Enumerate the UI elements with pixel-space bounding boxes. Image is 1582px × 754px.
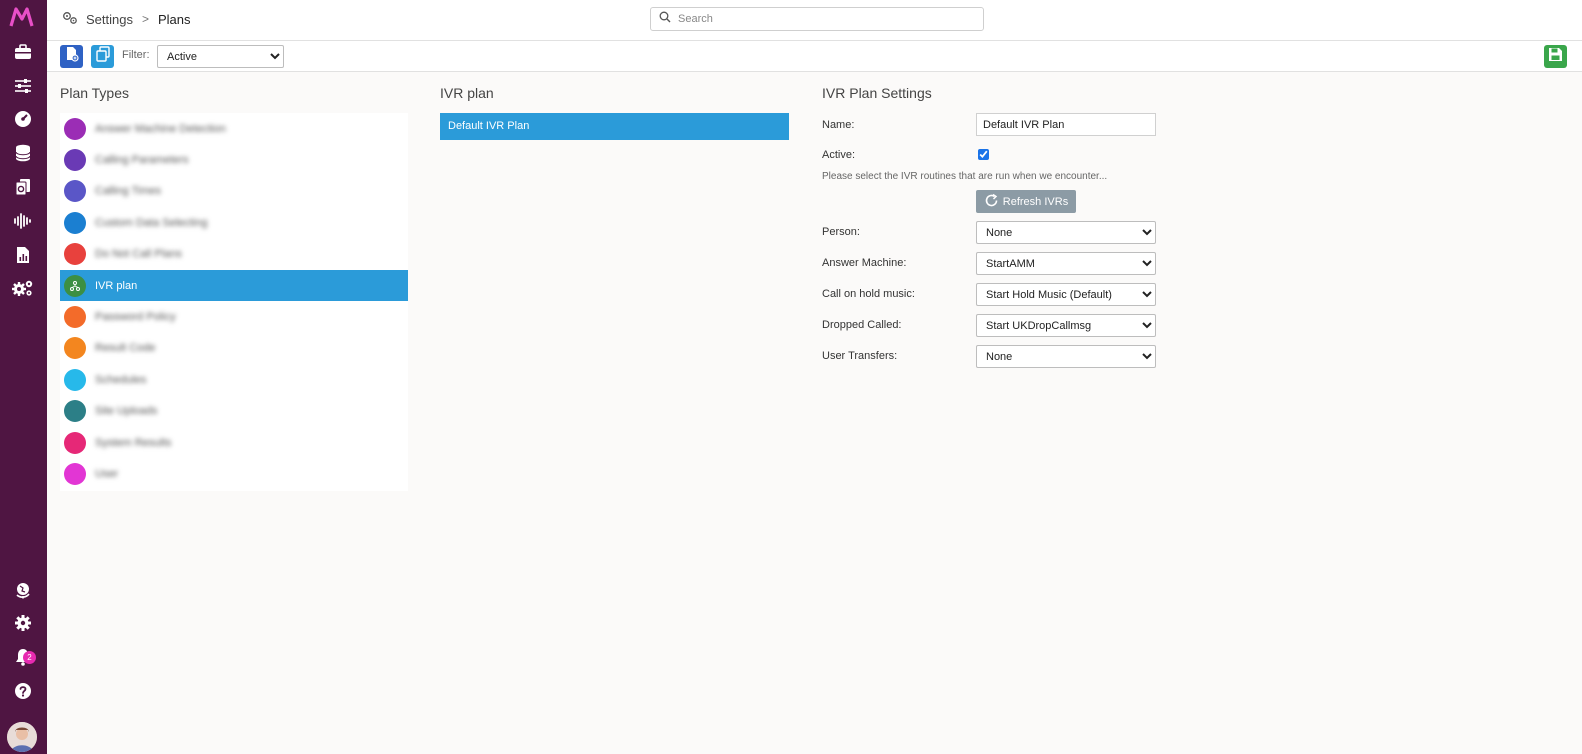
plan-type-item[interactable]: Calling Parameters [60, 144, 408, 175]
name-label: Name: [822, 119, 855, 131]
left-nav-rail: 2 [0, 0, 47, 754]
toolbar: Filter: Active [47, 41, 1582, 72]
plan-types-title: Plan Types [60, 85, 130, 101]
answer-machine-label: Answer Machine: [822, 257, 907, 269]
plan-type-icon [64, 180, 86, 203]
plan-type-label: Calling Parameters [95, 154, 189, 167]
breadcrumb-separator: > [141, 12, 149, 26]
filter-label: Filter: [122, 49, 150, 61]
dropped-called-select[interactable]: Start UKDropCallmsg [976, 314, 1156, 337]
new-plan-button[interactable] [60, 45, 83, 68]
breadcrumb-current: Plans [158, 11, 191, 27]
search-icon [659, 10, 671, 28]
plan-type-label: Answer Machine Detection [95, 122, 226, 135]
plan-type-item[interactable]: Answer Machine Detection [60, 113, 408, 144]
ivr-hint-text: Please select the IVR routines that are … [822, 171, 1108, 182]
user-avatar[interactable] [7, 722, 37, 752]
refresh-ivrs-button[interactable]: Refresh IVRs [976, 190, 1076, 213]
filter-select[interactable]: Active [157, 45, 284, 68]
plan-type-icon [64, 368, 86, 391]
plan-type-item[interactable]: Result Code [60, 333, 408, 364]
plan-type-icon [64, 243, 86, 266]
plan-type-label: IVR plan [95, 279, 138, 292]
hold-music-label: Call on hold music: [822, 288, 915, 300]
plan-type-icon [64, 462, 86, 485]
report-icon[interactable] [11, 243, 35, 267]
plan-type-item[interactable]: User [60, 458, 408, 489]
save-icon [1548, 47, 1563, 67]
database-icon[interactable] [11, 141, 35, 165]
user-transfers-label: User Transfers: [822, 350, 898, 362]
plan-type-item[interactable]: Custom Data Selecting [60, 207, 408, 238]
plan-type-icon [64, 117, 86, 140]
refresh-label: Refresh IVRs [1002, 195, 1069, 208]
briefcase-icon[interactable] [11, 40, 35, 64]
breadcrumb: Settings > Plans [62, 0, 191, 38]
settings-gears-icon [62, 11, 78, 28]
name-field[interactable] [976, 113, 1156, 136]
top-bar: Settings > Plans [47, 0, 1582, 41]
plan-type-label: Custom Data Selecting [95, 216, 208, 229]
plan-type-label: Schedules [95, 373, 147, 386]
copy-plan-button[interactable] [91, 45, 114, 68]
plan-type-icon [64, 337, 86, 360]
active-checkbox[interactable] [978, 149, 989, 160]
plan-type-icon [64, 211, 86, 234]
globe-icon[interactable] [11, 578, 35, 602]
audio-wave-icon[interactable] [11, 209, 35, 233]
hold-music-select[interactable]: Start Hold Music (Default) [976, 283, 1156, 306]
user-transfers-select[interactable]: None [976, 345, 1156, 368]
plan-type-label: System Results [95, 436, 172, 449]
plan-type-icon [64, 306, 86, 329]
dropped-called-label: Dropped Called: [822, 319, 902, 331]
plan-type-item[interactable]: Calling Times [60, 176, 408, 207]
person-select[interactable]: None [976, 221, 1156, 244]
plan-type-icon [64, 431, 86, 454]
settings-icon[interactable] [11, 611, 35, 635]
save-button[interactable] [1544, 45, 1567, 68]
plan-type-item-ivr[interactable]: IVR plan [60, 269, 408, 302]
plan-type-icon [64, 400, 86, 423]
plan-type-item[interactable]: Schedules [60, 364, 408, 395]
plan-type-label: Do Not Call Plans [95, 248, 182, 261]
plan-type-label: Site Uploads [95, 405, 158, 418]
plan-type-item[interactable]: Password Policy [60, 301, 408, 332]
search-box[interactable] [650, 7, 984, 31]
plan-type-label: Calling Times [95, 185, 162, 198]
plan-type-item[interactable]: Do Not Call Plans [60, 239, 408, 270]
files-icon[interactable] [11, 175, 35, 199]
copy-icon [95, 46, 111, 67]
breadcrumb-settings[interactable]: Settings [86, 12, 133, 27]
active-label: Active: [822, 149, 856, 161]
plan-type-item[interactable]: System Results [60, 427, 408, 458]
ivr-settings-title: IVR Plan Settings [822, 85, 932, 101]
dashboard-icon[interactable] [11, 107, 35, 131]
person-label: Person: [822, 226, 860, 238]
network-icon [64, 274, 86, 297]
refresh-icon [984, 193, 999, 211]
new-document-icon [65, 46, 79, 67]
plan-type-label: User [95, 467, 119, 480]
plan-type-label: Password Policy [95, 311, 176, 324]
sliders-icon[interactable] [11, 74, 35, 98]
ivr-plan-title: IVR plan [440, 85, 494, 101]
plan-type-label: Result Code [95, 342, 156, 355]
help-icon[interactable] [11, 679, 35, 703]
cogs-icon[interactable] [11, 276, 35, 300]
answer-machine-select[interactable]: StartAMM [976, 252, 1156, 275]
search-input[interactable] [678, 13, 968, 25]
plan-types-list: Answer Machine Detection Calling Paramet… [60, 113, 408, 491]
notification-badge: 2 [23, 651, 36, 664]
plan-type-icon [64, 149, 86, 172]
ivr-plan-item[interactable]: Default IVR Plan [440, 113, 789, 140]
plan-type-item[interactable]: Site Uploads [60, 396, 408, 427]
logo-icon[interactable] [9, 6, 37, 28]
